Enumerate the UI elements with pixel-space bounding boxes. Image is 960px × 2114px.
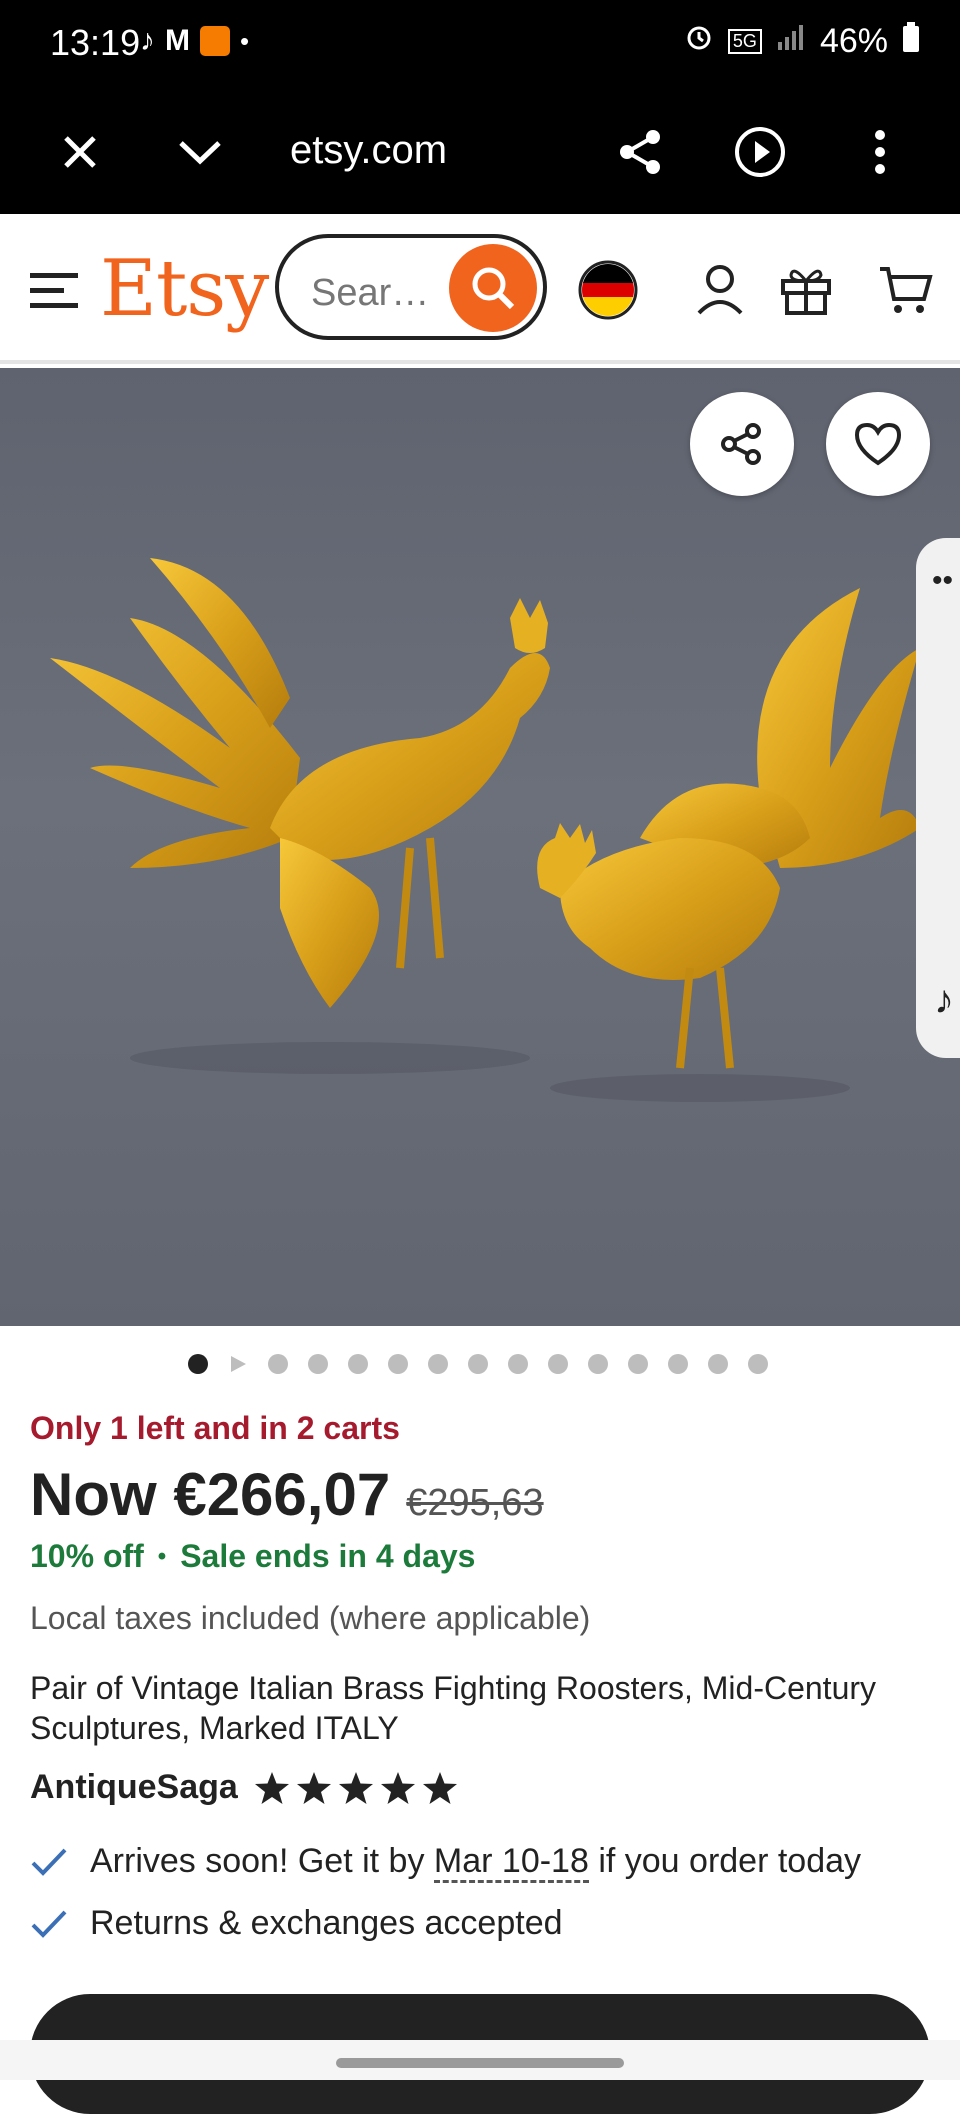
share-icon[interactable] [610,122,670,182]
current-price: Now €266,07 [30,1461,391,1528]
video-play-indicator-icon[interactable] [228,1354,248,1374]
carousel-dot[interactable] [428,1354,448,1374]
star-icon [338,1771,373,1804]
shop-row: AntiqueSaga [30,1768,458,1807]
discount-label: 10% off [30,1538,144,1574]
returns-feature: Returns & exchanges accepted [30,1904,563,1943]
menu-icon[interactable] [22,258,86,322]
status-bar: 13:19 ♪ M • 5G 46% [0,0,960,90]
carousel-dot[interactable] [668,1354,688,1374]
music-note-icon: ♪ [934,978,954,1022]
tax-note: Local taxes included (where applicable) [30,1600,591,1636]
image-carousel-dots [188,1354,768,1374]
arrival-date-link[interactable]: Mar 10-18 [433,1842,589,1883]
site-header: Etsy Sear… [0,214,960,364]
shop-name-link[interactable]: AntiqueSaga [30,1768,238,1807]
carousel-dot[interactable] [308,1354,328,1374]
carousel-dot[interactable] [348,1354,368,1374]
signal-icon [776,22,806,61]
returns-text: Returns & exchanges accepted [90,1904,563,1942]
discount-row: 10% off • Sale ends in 4 days [30,1538,475,1575]
etsy-logo[interactable]: Etsy [100,244,269,334]
separator-dot: • [157,1542,167,1570]
arrival-text: Arrives soon! Get it by Mar 10-18 if you… [90,1842,862,1883]
search-placeholder: Sear… [311,272,430,314]
carousel-dot[interactable] [188,1354,208,1374]
star-icon [422,1771,457,1804]
status-right: 5G 46% [684,22,920,61]
stock-notice: Only 1 left and in 2 carts [30,1410,400,1446]
carousel-dot[interactable] [468,1354,488,1374]
chevron-down-icon[interactable] [170,122,230,182]
check-icon [31,1848,67,1876]
tiktok-icon: ♪ [140,24,155,57]
arrival-prefix: Arrives soon! Get it by [90,1842,434,1880]
cart-icon[interactable] [874,258,938,322]
url-text[interactable]: etsy.com [290,128,447,173]
home-indicator[interactable] [336,2058,624,2068]
notification-icons: ♪ M • [140,24,249,58]
product-image[interactable]: •• ♪ [0,368,960,1326]
star-rating[interactable] [254,1771,458,1805]
check-icon [31,1910,67,1938]
battery-icon [902,22,920,61]
carousel-dot[interactable] [508,1354,528,1374]
network-icon: 5G [727,29,762,54]
region-flag-icon[interactable] [576,258,640,322]
more-vertical-icon[interactable] [850,122,910,182]
rooster-figures-image [50,558,920,1102]
gift-icon[interactable] [774,258,838,322]
share-image-button[interactable] [690,392,794,496]
product-title: Pair of Vintage Italian Brass Fighting R… [30,1670,877,1746]
search-input[interactable]: Sear… [275,234,547,340]
star-icon [254,1771,289,1804]
arrival-suffix: if you order today [588,1842,862,1880]
carousel-dot[interactable] [268,1354,288,1374]
account-icon[interactable] [688,258,752,322]
more-dots-icon: •• [932,564,954,597]
carousel-dot[interactable] [628,1354,648,1374]
close-icon[interactable] [50,122,110,182]
star-icon [296,1771,331,1804]
search-button[interactable] [449,244,537,332]
original-price: €295,63 [406,1482,544,1524]
carousel-dot[interactable] [588,1354,608,1374]
carousel-dot[interactable] [708,1354,728,1374]
arrival-feature: Arrives soon! Get it by Mar 10-18 if you… [30,1842,862,1883]
carousel-dot[interactable] [748,1354,768,1374]
temu-icon [200,26,230,56]
play-icon[interactable] [730,122,790,182]
browser-toolbar: etsy.com [0,90,960,214]
carousel-dot[interactable] [388,1354,408,1374]
gmail-icon: M [165,24,190,57]
star-icon [380,1771,415,1804]
price-row: Now €266,07 €295,63 [30,1460,544,1529]
battery-percent: 46% [819,22,888,60]
carousel-dot[interactable] [548,1354,568,1374]
side-panel-handle[interactable]: •• ♪ [916,538,960,1058]
dot-icon: • [240,25,250,56]
favorite-button[interactable] [826,392,930,496]
status-time: 13:19 [50,22,141,63]
alarm-icon [684,22,714,61]
sale-ends-label: Sale ends in 4 days [180,1538,476,1574]
